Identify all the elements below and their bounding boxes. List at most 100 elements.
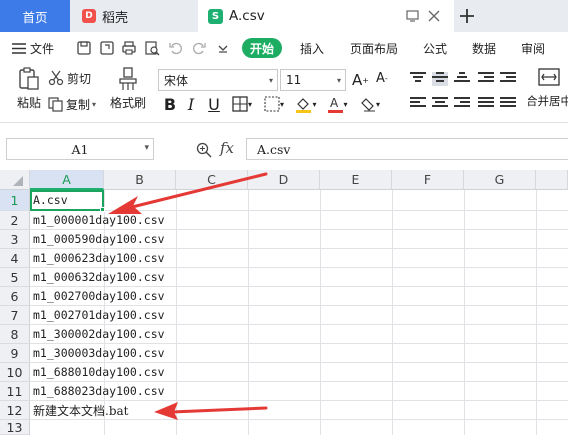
tab-home[interactable]: 首页	[0, 0, 70, 32]
font-color-icon[interactable]: A ▾	[324, 93, 352, 115]
tab-page-layout[interactable]: 页面布局	[350, 33, 398, 63]
column-header[interactable]: A	[30, 170, 104, 190]
tab-start[interactable]: 开始	[242, 38, 283, 58]
spreadsheet-logo-icon: S	[208, 8, 223, 24]
bold-icon[interactable]: B	[160, 93, 180, 115]
copy-button[interactable]: 复制 ▾	[48, 95, 96, 113]
export-icon[interactable]	[99, 40, 115, 56]
format-painter-label: 格式刷	[109, 96, 146, 110]
cell-a10[interactable]: m1_688010day100.csv	[33, 362, 165, 382]
align-top-icon[interactable]	[410, 72, 426, 86]
row-header[interactable]: 5	[0, 268, 30, 287]
zoom-icon[interactable]	[196, 142, 212, 158]
font-name-select[interactable]: 宋体 ▾	[158, 69, 278, 91]
grid-line	[320, 190, 321, 435]
tab-daoke-label: 稻壳	[102, 10, 129, 26]
align-right-icon[interactable]	[454, 97, 470, 111]
distributed-icon[interactable]	[500, 97, 516, 111]
column-header[interactable]: G	[464, 170, 536, 190]
paste-button[interactable]: 粘贴	[10, 67, 48, 117]
ribbon-toolbar: 粘贴 剪切 复制 ▾ 格式刷 宋体 ▾ 11 ▾ A + A- B I U ▾ ▾…	[0, 63, 568, 123]
cell-a7[interactable]: m1_002701day100.csv	[33, 305, 165, 325]
align-left-icon[interactable]	[410, 97, 426, 111]
row-header[interactable]: 8	[0, 325, 30, 344]
tab-review[interactable]: 审阅	[521, 33, 545, 63]
svg-text:A: A	[330, 96, 339, 110]
cell-a11[interactable]: m1_688023day100.csv	[33, 381, 165, 401]
cell-a8[interactable]: m1_300002day100.csv	[33, 324, 165, 344]
underline-icon[interactable]: U	[204, 93, 224, 115]
undo-icon[interactable]	[168, 40, 184, 56]
border-icon[interactable]: ▾	[228, 93, 256, 115]
new-tab-icon[interactable]	[456, 4, 478, 28]
align-middle-icon[interactable]	[432, 72, 448, 86]
tab-insert-label: 插入	[300, 41, 325, 56]
merge-cells-icon	[538, 68, 560, 86]
column-header[interactable]: F	[392, 170, 464, 190]
row-header[interactable]: 2	[0, 211, 30, 230]
tab-daoke[interactable]: D 稻壳	[70, 0, 188, 32]
cell-a3[interactable]: m1_000590day100.csv	[33, 229, 165, 249]
chevron-down-icon: ▾	[336, 75, 341, 85]
row-header[interactable]: 4	[0, 249, 30, 268]
copy-dropdown-icon[interactable]: ▾	[92, 100, 96, 109]
row-header[interactable]: 11	[0, 382, 30, 401]
decrease-font-size-icon[interactable]: A-	[376, 71, 388, 86]
align-center-icon[interactable]	[432, 97, 448, 111]
column-header[interactable]: E	[320, 170, 392, 190]
quick-access-more-icon[interactable]	[215, 40, 231, 56]
tab-formula-label: 公式	[423, 41, 448, 56]
font-size-select[interactable]: 11 ▾	[280, 69, 346, 91]
format-painter-button[interactable]: 格式刷	[106, 67, 150, 117]
fill-pattern-icon[interactable]: ▾	[260, 93, 288, 115]
save-icon[interactable]	[76, 40, 92, 56]
justify-icon[interactable]	[478, 97, 494, 111]
copy-label: 复制	[66, 97, 91, 112]
clear-format-icon[interactable]: ▾	[356, 93, 384, 115]
clipboard-icon	[19, 67, 39, 90]
increase-indent-icon[interactable]	[500, 72, 516, 86]
tab-formula[interactable]: 公式	[423, 33, 447, 63]
cut-button[interactable]: 剪切	[48, 69, 91, 87]
row-header[interactable]: 3	[0, 230, 30, 249]
italic-icon[interactable]: I	[182, 93, 200, 115]
file-menu[interactable]: 文件	[12, 33, 54, 63]
column-header[interactable]	[536, 170, 568, 190]
daoke-logo-icon: D	[82, 9, 96, 23]
print-preview-icon[interactable]	[144, 40, 160, 56]
formula-input[interactable]: A.csv	[246, 138, 568, 160]
redo-icon[interactable]	[191, 40, 207, 56]
fill-color-icon[interactable]: ▾	[292, 93, 320, 115]
tab-file-label: A.csv	[229, 8, 265, 24]
decrease-indent-icon[interactable]	[478, 72, 494, 86]
name-box[interactable]: A1 ▾	[6, 138, 154, 160]
row-header[interactable]: 6	[0, 287, 30, 306]
cell-a6[interactable]: m1_002700day100.csv	[33, 286, 165, 306]
increase-font-size-icon[interactable]: A +	[352, 71, 369, 89]
align-bottom-icon[interactable]	[454, 72, 470, 86]
print-icon[interactable]	[121, 40, 137, 56]
row-header[interactable]: 7	[0, 306, 30, 325]
row-header[interactable]: 1	[0, 190, 30, 211]
row-header[interactable]: 13	[0, 420, 30, 435]
paintbrush-icon	[119, 67, 137, 90]
merge-center-button[interactable]: 合并居中	[528, 67, 568, 117]
select-all-corner[interactable]	[0, 170, 30, 190]
row-header[interactable]: 10	[0, 363, 30, 382]
cut-label: 剪切	[67, 71, 92, 86]
cell-a12[interactable]: 新建文本文档.bat	[33, 400, 128, 420]
formula-input-value: A.csv	[257, 141, 291, 157]
close-tab-icon[interactable]	[426, 8, 442, 24]
tab-insert[interactable]: 插入	[300, 33, 324, 63]
window-mode-icon[interactable]	[404, 8, 420, 24]
row-header[interactable]: 9	[0, 344, 30, 363]
scissors-icon	[48, 70, 64, 86]
chevron-down-icon[interactable]: ▾	[144, 143, 149, 153]
cell-a9[interactable]: m1_300003day100.csv	[33, 343, 165, 363]
cell-a5[interactable]: m1_000632day100.csv	[33, 267, 165, 287]
row-header[interactable]: 12	[0, 401, 30, 420]
tab-data[interactable]: 数据	[472, 33, 496, 63]
grid-line	[464, 190, 465, 435]
cell-a4[interactable]: m1_000623day100.csv	[33, 248, 165, 268]
fx-icon[interactable]: fx	[220, 139, 234, 157]
